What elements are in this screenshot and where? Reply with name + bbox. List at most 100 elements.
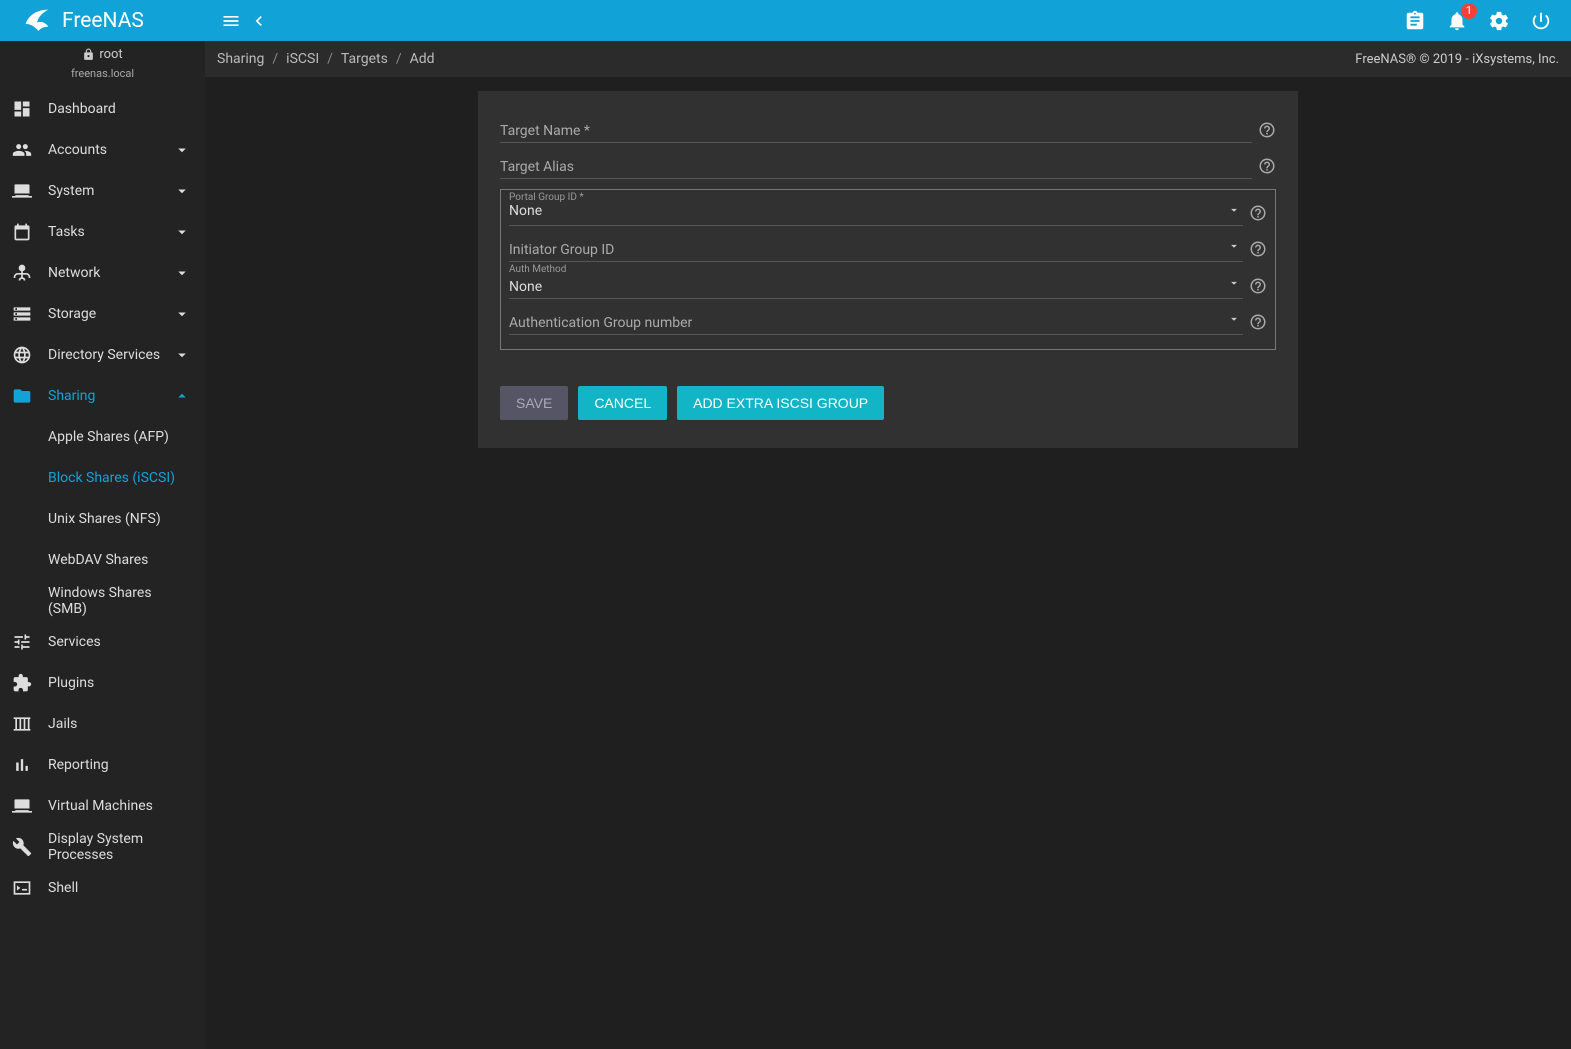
settings-button[interactable] [1487,9,1511,33]
sidebar-item-label: Shell [48,880,173,896]
sidebar-item-plugins[interactable]: Plugins [0,662,205,703]
storage-icon [12,304,32,324]
dropdown-icon [1227,312,1241,326]
people-icon [12,140,32,160]
target-alias-label: Target Alias [500,159,574,175]
iscsi-group-box: Portal Group ID * None Initiator Group I… [500,189,1276,350]
freenas-logo-icon [20,4,54,38]
sidebar-item-shell[interactable]: Shell [0,867,205,908]
portal-group-help[interactable] [1249,204,1267,222]
gear-icon [1488,10,1510,32]
portal-group-label: Portal Group ID * [509,192,584,203]
sidebar-item-reporting[interactable]: Reporting [0,744,205,785]
sidebar-item-display-system-processes[interactable]: Display System Processes [0,826,205,867]
folder-share-icon [12,386,32,406]
sidebar-item-tasks[interactable]: Tasks [0,211,205,252]
sidebar-subitem-windows-shares-smb-[interactable]: Windows Shares (SMB) [0,580,205,621]
sidebar-item-dashboard[interactable]: Dashboard [0,88,205,129]
sidebar-item-label: Sharing [48,388,173,404]
initiator-group-label: Initiator Group ID [509,242,614,258]
auth-method-label: Auth Method [509,264,566,275]
chevron-down-icon [173,182,191,200]
auth-group-help[interactable] [1249,313,1267,331]
sidebar-collapse-button[interactable] [247,9,271,33]
user-name: root [99,47,122,62]
target-alias-field[interactable]: Target Alias [500,147,1252,179]
sidebar-item-network[interactable]: Network [0,252,205,293]
breadcrumb-link-add[interactable]: Add [410,51,435,67]
sidebar-subitem-block-shares-iscsi-[interactable]: Block Shares (iSCSI) [0,457,205,498]
clipboard-button[interactable] [1403,9,1427,33]
sidebar-item-label: Storage [48,306,173,322]
lock-icon [82,48,95,61]
sidebar-subitem-webdav-shares[interactable]: WebDAV Shares [0,539,205,580]
sidebar-item-label: Network [48,265,173,281]
sidebar-item-label: Accounts [48,142,173,158]
sidebar-item-virtual-machines[interactable]: Virtual Machines [0,785,205,826]
sidebar-item-accounts[interactable]: Accounts [0,129,205,170]
chevron-left-icon [249,11,269,31]
sidebar-item-directory-services[interactable]: Directory Services [0,334,205,375]
sidebar-subitem-unix-shares-nfs-[interactable]: Unix Shares (NFS) [0,498,205,539]
breadcrumb-bar: Sharing/iSCSI/Targets/Add FreeNAS® © 201… [205,41,1571,77]
sidebar-item-label: Jails [48,716,173,732]
help-icon [1258,157,1276,175]
auth-group-select[interactable]: Authentication Group number [509,303,1243,335]
chevron-down-icon [173,223,191,241]
laptop-icon [12,796,32,816]
notifications-button[interactable]: 1 [1445,9,1469,33]
initiator-group-select[interactable]: Initiator Group ID [509,230,1243,262]
sidebar-item-label: Plugins [48,675,173,691]
add-extra-iscsi-group-button[interactable]: ADD EXTRA ISCSI GROUP [677,386,884,420]
chevron-down-icon [173,346,191,364]
sidebar-item-sharing[interactable]: Sharing [0,375,205,416]
menu-icon [221,11,241,31]
laptop-icon [12,181,32,201]
cancel-button[interactable]: CANCEL [578,386,667,420]
form-card: Target Name * Target Alias Por [478,91,1298,448]
target-name-field[interactable]: Target Name * [500,111,1252,143]
portal-group-select[interactable]: Portal Group ID * None [509,194,1243,226]
auth-method-help[interactable] [1249,277,1267,295]
sidebar-item-services[interactable]: Services [0,621,205,662]
clipboard-icon [1404,10,1426,32]
chevron-up-icon [173,387,191,405]
dropdown-icon [1227,276,1241,290]
power-icon [1530,10,1552,32]
user-host: freenas.local [0,67,205,80]
help-icon [1258,121,1276,139]
content-area: Sharing/iSCSI/Targets/Add FreeNAS® © 201… [205,41,1571,1049]
sidebar-item-system[interactable]: System [0,170,205,211]
sidebar-item-jails[interactable]: Jails [0,703,205,744]
sidebar-item-storage[interactable]: Storage [0,293,205,334]
power-button[interactable] [1529,9,1553,33]
dropdown-icon [1227,239,1241,253]
topbar: FreeNAS 1 [0,0,1571,41]
auth-method-select[interactable]: Auth Method None [509,266,1243,299]
target-alias-help[interactable] [1258,157,1276,175]
help-icon [1249,240,1267,258]
auth-group-label: Authentication Group number [509,315,692,331]
build-icon [12,837,32,857]
sidebar-item-label: Directory Services [48,347,173,363]
sidebar: root freenas.local Dashboard Accounts Syst… [0,41,205,1049]
initiator-group-help[interactable] [1249,240,1267,258]
sidebar-item-label: Tasks [48,224,173,240]
help-icon [1249,277,1267,295]
globe-icon [12,345,32,365]
jail-icon [12,714,32,734]
target-name-help[interactable] [1258,121,1276,139]
sidebar-subitem-apple-shares-afp-[interactable]: Apple Shares (AFP) [0,416,205,457]
save-button[interactable]: SAVE [500,386,568,420]
menu-toggle-button[interactable] [219,9,243,33]
breadcrumb-link-targets[interactable]: Targets [341,51,388,67]
chart-icon [12,755,32,775]
copyright-text: FreeNAS® © 2019 - iXsystems, Inc. [1355,52,1559,67]
sidebar-item-label: Display System Processes [48,831,173,863]
breadcrumb-link-sharing[interactable]: Sharing [217,51,264,67]
brand-logo[interactable]: FreeNAS [0,4,205,38]
breadcrumb-link-iscsi[interactable]: iSCSI [286,51,319,67]
user-block: root freenas.local [0,41,205,88]
network-icon [12,263,32,283]
sidebar-item-label: Virtual Machines [48,798,173,814]
